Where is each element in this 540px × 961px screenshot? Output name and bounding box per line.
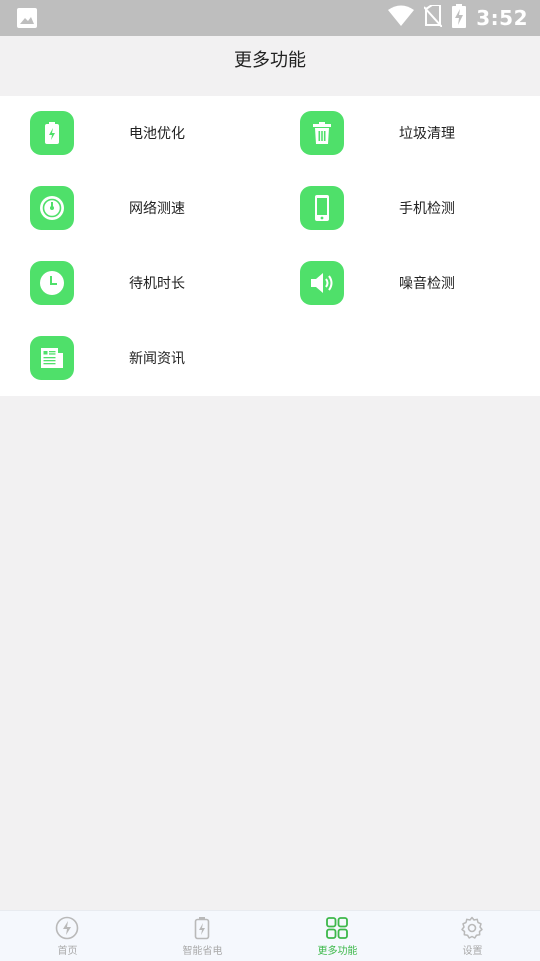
wifi-icon bbox=[388, 5, 415, 31]
feature-label: 垃圾清理 bbox=[399, 126, 455, 142]
tab-home[interactable]: 首页 bbox=[0, 911, 135, 961]
no-sim-icon bbox=[423, 4, 443, 31]
feature-label: 噪音检测 bbox=[399, 276, 455, 292]
battery-icon bbox=[190, 916, 214, 940]
speaker-icon bbox=[300, 261, 344, 305]
page-title: 更多功能 bbox=[0, 36, 540, 96]
feature-label: 待机时长 bbox=[129, 276, 185, 292]
feature-panel: 电池优化 垃圾清理 网络测速 手机检测 待机时长 噪音检测 新闻资讯 bbox=[0, 96, 540, 396]
grid-icon bbox=[325, 916, 349, 940]
tab-label: 智能省电 bbox=[182, 946, 223, 957]
tab-label: 设置 bbox=[462, 946, 483, 957]
bottom-nav: 首页 智能省电 更多功能 设置 bbox=[0, 910, 540, 961]
image-icon bbox=[17, 8, 37, 32]
feature-label: 新闻资讯 bbox=[129, 351, 185, 367]
clock-icon bbox=[30, 261, 74, 305]
status-time: 3:52 bbox=[476, 6, 528, 30]
gear-icon bbox=[460, 916, 484, 940]
tab-label: 更多功能 bbox=[317, 946, 358, 957]
trash-icon bbox=[300, 111, 344, 155]
tab-label: 首页 bbox=[57, 946, 78, 957]
lightning-icon bbox=[55, 916, 79, 940]
battery-charging-icon bbox=[452, 4, 467, 32]
phone-icon bbox=[300, 186, 344, 230]
status-bar: 3:52 bbox=[0, 0, 540, 36]
speedometer-icon bbox=[30, 186, 74, 230]
battery-icon bbox=[30, 111, 74, 155]
feature-label: 电池优化 bbox=[129, 126, 185, 142]
tab-smart-save[interactable]: 智能省电 bbox=[135, 911, 270, 961]
tab-more-features[interactable]: 更多功能 bbox=[270, 911, 405, 961]
feature-label: 手机检测 bbox=[399, 201, 455, 217]
news-icon bbox=[30, 336, 74, 380]
tab-settings[interactable]: 设置 bbox=[405, 911, 540, 961]
feature-label: 网络测速 bbox=[129, 201, 185, 217]
